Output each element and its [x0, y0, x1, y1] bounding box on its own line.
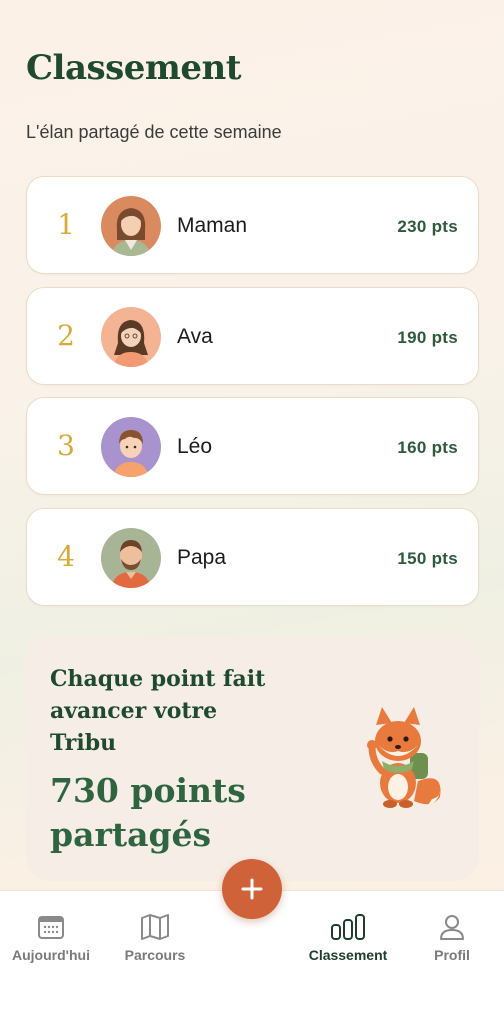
member-name: Ava — [177, 325, 213, 348]
father-avatar — [101, 528, 161, 588]
plus-icon — [241, 878, 263, 900]
nav-label: Parcours — [124, 947, 186, 963]
points-summary-card: Chaque point fait avancer votre Tribu 73… — [26, 637, 479, 881]
summary-total-points: 730 points partagés — [50, 771, 246, 854]
member-points: 150 pts — [397, 549, 458, 568]
rank-number: 4 — [57, 540, 75, 573]
boy-avatar — [101, 417, 161, 477]
rank-number: 1 — [57, 208, 75, 241]
fox-mascot — [348, 701, 448, 811]
member-points: 190 pts — [397, 328, 458, 347]
calendar-icon — [38, 916, 64, 939]
member-name: Papa — [177, 546, 227, 569]
member-name: Léo — [177, 435, 213, 458]
user-icon — [440, 915, 464, 940]
page-subtitle: L'élan partagé de cette semaine — [26, 122, 282, 142]
nav-item-parcours[interactable]: Parcours — [105, 913, 205, 963]
nav-label: Aujourd'hui — [12, 947, 90, 963]
nav-item-profil[interactable]: Profil — [402, 913, 502, 963]
leaderboard-row-3[interactable]: 3 Léo 160 pts — [26, 397, 479, 495]
girl-avatar — [101, 307, 161, 367]
rank-number: 3 — [57, 429, 75, 462]
nav-item-today[interactable]: Aujourd'hui — [1, 913, 101, 963]
bar-chart-icon — [331, 914, 365, 940]
leaderboard-row-1[interactable]: 1 Maman 230 pts — [26, 176, 479, 274]
page-title: Classement — [26, 48, 241, 88]
nav-label: Profil — [434, 947, 470, 963]
add-button[interactable] — [222, 859, 282, 919]
member-points: 160 pts — [397, 438, 458, 457]
nav-item-classement[interactable]: Classement — [298, 913, 398, 963]
mother-avatar — [101, 196, 161, 256]
leaderboard-row-4[interactable]: 4 Papa 150 pts — [26, 508, 479, 606]
member-points: 230 pts — [397, 217, 458, 236]
summary-message: Chaque point fait avancer votre Tribu — [50, 666, 266, 756]
leaderboard-row-2[interactable]: 2 Ava 190 pts — [26, 287, 479, 385]
nav-label: Classement — [308, 947, 388, 963]
member-name: Maman — [177, 214, 248, 237]
rank-number: 2 — [57, 319, 75, 352]
map-icon — [141, 914, 169, 940]
